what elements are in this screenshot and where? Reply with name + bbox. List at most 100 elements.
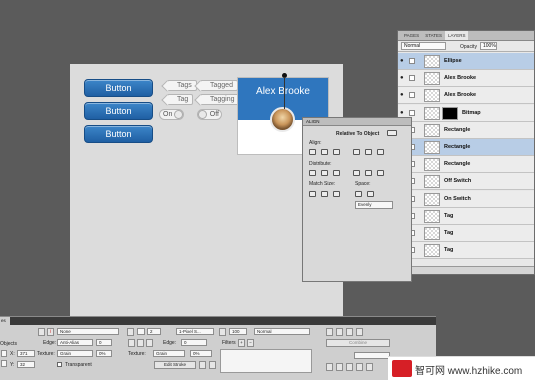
tag-tagged[interactable]: Tagged xyxy=(200,80,238,91)
off-switch[interactable]: Off xyxy=(197,109,222,120)
edit-stroke-button[interactable]: Edit Stroke xyxy=(154,361,196,369)
tab-layers[interactable]: LAYERS xyxy=(445,31,469,40)
profile-name: Alex Brooke xyxy=(256,86,310,97)
layer-row[interactable]: ●On Switch xyxy=(398,190,534,208)
match-width-icon[interactable] xyxy=(309,191,316,197)
filters-list[interactable] xyxy=(220,349,312,373)
stroke-pencil-icon[interactable] xyxy=(127,328,134,336)
space-vertical-icon[interactable] xyxy=(355,191,362,197)
stroke-texture-percent[interactable]: 0% xyxy=(190,350,212,357)
properties-tab[interactable]: es xyxy=(0,317,10,325)
add-filter-icon[interactable]: + xyxy=(238,339,245,347)
align-right-icon[interactable] xyxy=(333,149,340,155)
stroke-size[interactable]: 2 xyxy=(147,328,161,335)
on-switch[interactable]: On xyxy=(159,109,184,120)
path-union-icon[interactable] xyxy=(326,328,333,336)
distribute-bottom-icon[interactable] xyxy=(333,170,340,176)
x-field[interactable]: 371 xyxy=(17,350,35,357)
opacity-value-field[interactable]: 100 xyxy=(229,328,247,335)
combine-select[interactable] xyxy=(354,352,390,359)
y-field[interactable]: 32 xyxy=(17,361,35,368)
layer-row[interactable]: ●Rectangle xyxy=(398,139,534,156)
stroke-option-icon-1[interactable] xyxy=(199,361,206,369)
visibility-eye-icon[interactable]: ● xyxy=(400,75,404,81)
width-field[interactable] xyxy=(1,350,7,357)
stroke-color-swatch[interactable] xyxy=(137,328,145,335)
opacity-field[interactable]: 100% xyxy=(480,42,497,50)
fill-select[interactable]: None xyxy=(57,328,119,335)
path-tool-icon-2[interactable] xyxy=(336,363,343,371)
distribute-hcenter-icon[interactable] xyxy=(365,170,372,176)
distribute-center-icon[interactable] xyxy=(321,170,328,176)
space-select[interactable]: Evenly xyxy=(355,201,393,209)
visibility-eye-icon[interactable]: ● xyxy=(400,58,404,64)
stroke-texture-select[interactable]: Grain xyxy=(153,350,185,357)
height-field[interactable] xyxy=(1,360,7,367)
tag-tagging[interactable]: Tagging xyxy=(200,94,240,105)
align-bottom-icon[interactable] xyxy=(377,149,384,155)
distribute-right-icon[interactable] xyxy=(377,170,384,176)
fill-bucket-icon[interactable] xyxy=(38,328,45,336)
layer-row[interactable]: ● Ellipse xyxy=(398,53,534,70)
path-tool-icon-3[interactable] xyxy=(346,363,353,371)
path-tool-icon-5[interactable] xyxy=(366,363,373,371)
path-tool-icon-1[interactable] xyxy=(326,363,333,371)
distribute-left-icon[interactable] xyxy=(353,170,360,176)
path-exclude-icon[interactable] xyxy=(356,328,363,336)
layer-row[interactable]: ●Tag xyxy=(398,207,534,225)
stroke-option-icon-2[interactable] xyxy=(209,361,216,369)
align-center-v-icon[interactable] xyxy=(365,149,372,155)
layer-row[interactable]: ● Alex Brooke xyxy=(398,87,534,105)
stroke-align-inside-icon[interactable] xyxy=(128,339,135,347)
canvas-button-2[interactable]: Button xyxy=(84,102,153,120)
layer-row[interactable]: ●Rectangle xyxy=(398,121,534,139)
layer-row[interactable]: ●Tag xyxy=(398,225,534,242)
texture-percent[interactable]: 0% xyxy=(96,350,112,357)
distribute-top-icon[interactable] xyxy=(309,170,316,176)
transparent-checkbox[interactable] xyxy=(57,362,62,367)
canvas-button-3[interactable]: Button xyxy=(84,125,153,143)
layer-mask-thumbnail xyxy=(442,106,458,120)
blend-mode-select[interactable]: Normal xyxy=(401,42,446,50)
profile-avatar[interactable] xyxy=(270,107,295,132)
layer-row[interactable]: ● Alex Brooke xyxy=(398,70,534,88)
path-subtract-icon[interactable] xyxy=(336,328,343,336)
align-top-icon[interactable] xyxy=(353,149,360,155)
tag-tag[interactable]: Tag xyxy=(167,94,194,105)
layer-row[interactable]: ●Tag xyxy=(398,242,534,260)
stroke-align-outside-icon[interactable] xyxy=(146,339,153,347)
layer-row[interactable]: ● Bitmap xyxy=(398,104,534,122)
layer-lock-checkbox[interactable] xyxy=(409,58,415,64)
opacity-icon[interactable] xyxy=(219,328,226,336)
edge-select[interactable]: Anti-Alias xyxy=(57,339,93,346)
fill-none-icon[interactable]: / xyxy=(47,328,54,336)
tab-states[interactable]: STATES xyxy=(422,31,445,40)
align-center-h-icon[interactable] xyxy=(321,149,328,155)
layer-lock-checkbox[interactable] xyxy=(409,109,415,116)
stroke-align-center-icon[interactable] xyxy=(137,339,144,347)
match-both-icon[interactable] xyxy=(333,191,340,197)
combine-button[interactable]: Combine xyxy=(326,339,390,347)
layer-row[interactable]: ●Rectangle xyxy=(398,156,534,174)
path-tool-icon-4[interactable] xyxy=(356,363,363,371)
remove-filter-icon[interactable]: − xyxy=(247,339,254,347)
layer-lock-checkbox[interactable] xyxy=(409,92,415,99)
space-horizontal-icon[interactable] xyxy=(367,191,374,197)
visibility-eye-icon[interactable]: ● xyxy=(400,92,404,98)
tab-pages[interactable]: PAGES xyxy=(401,31,422,40)
tag-tags[interactable]: Tags xyxy=(167,80,197,91)
stroke-type-select[interactable]: 1-Pixel S... xyxy=(176,328,214,335)
align-left-icon[interactable] xyxy=(309,149,316,155)
blend-mode-field[interactable]: Normal xyxy=(254,328,310,335)
relative-to-object-button[interactable] xyxy=(387,130,397,136)
visibility-eye-icon[interactable]: ● xyxy=(400,110,404,116)
layer-lock-checkbox[interactable] xyxy=(409,75,415,82)
canvas-button-1[interactable]: Button xyxy=(84,79,153,97)
layer-row[interactable]: ●Off Switch xyxy=(398,173,534,191)
stroke-edge-field[interactable]: 0 xyxy=(181,339,207,346)
match-height-icon[interactable] xyxy=(321,191,328,197)
y-label: Y: xyxy=(10,362,15,368)
texture-select[interactable]: Grain xyxy=(57,350,93,357)
path-intersect-icon[interactable] xyxy=(346,328,353,336)
edge-number[interactable]: 0 xyxy=(96,339,112,346)
